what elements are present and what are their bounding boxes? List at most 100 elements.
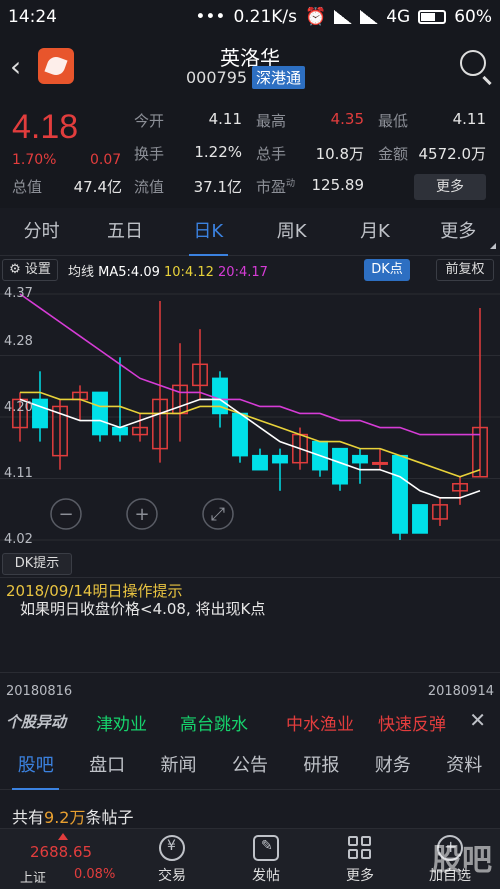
hk-connect-badge[interactable]: 深港通 xyxy=(252,66,306,89)
tab-more[interactable]: 更多 xyxy=(417,210,500,255)
ma10-line xyxy=(20,391,481,478)
stock-name: 英洛华 xyxy=(220,46,280,70)
edit-icon: ✎ xyxy=(253,835,279,861)
signal-icon xyxy=(334,10,353,24)
value-volume: 10.8万 xyxy=(315,145,364,163)
tab-finance[interactable]: 财务 xyxy=(357,742,428,789)
more-quote-button[interactable]: 更多 xyxy=(414,174,486,200)
nav-trade-label: 交易 xyxy=(158,868,186,884)
divider xyxy=(0,577,500,578)
tab-weekly-k[interactable]: 周K xyxy=(250,210,333,255)
y-label-2: 4.28 xyxy=(4,334,33,349)
dk-hint-button[interactable]: DK提示 xyxy=(2,553,72,575)
nav-post-label: 发帖 xyxy=(252,868,280,884)
network-speed: 0.21K/s xyxy=(233,7,298,27)
post-count-prefix: 共有 xyxy=(12,808,45,827)
candle-body xyxy=(412,504,428,534)
index-name: 上证 xyxy=(20,871,47,886)
expand-icon-glyph: ⤢ xyxy=(211,504,226,525)
candle-body xyxy=(252,454,268,471)
mover-item[interactable]: 中水渔业 xyxy=(286,710,354,735)
dk-tip-body: 如果明日收盘价格<4.08, 将出现K点 xyxy=(20,600,266,618)
ma10-legend: 10:4.12 xyxy=(164,265,214,280)
value-turnover: 1.22% xyxy=(194,143,242,161)
label-volume: 总手 xyxy=(256,145,287,163)
change-value: 0.07 xyxy=(90,152,122,168)
tab-research[interactable]: 研报 xyxy=(286,742,357,789)
index-up-arrow-icon xyxy=(58,833,68,840)
index-percent: 0.08% xyxy=(74,867,116,882)
candle-body xyxy=(112,426,128,436)
signal-icon-2 xyxy=(360,10,379,24)
pe-dynamic-sup: 动 xyxy=(286,179,296,189)
close-icon[interactable]: ✕ xyxy=(469,708,486,732)
ma5-legend: MA5:4.09 xyxy=(98,265,160,280)
quote-panel: 4.18 1.70% 0.07 今开 4.11 最高 4.35 最低 4.11 … xyxy=(0,100,500,208)
tab-monthly-k[interactable]: 月K xyxy=(333,210,416,255)
index-value[interactable]: 2688.65 xyxy=(30,843,92,861)
nav-trade[interactable]: ¥ 交易 xyxy=(142,835,202,885)
ma-label: 均线 xyxy=(68,265,95,280)
tab-guba[interactable]: 股吧 xyxy=(0,742,71,790)
battery-icon xyxy=(418,10,447,24)
stock-code: 000795 xyxy=(186,68,248,87)
ma20-line xyxy=(19,293,480,436)
candle-body xyxy=(332,447,348,485)
label-turnover: 换手 xyxy=(134,145,165,163)
tab-profile[interactable]: 资料 xyxy=(429,742,500,789)
stock-header: ‹ 英洛华 000795 深港通 xyxy=(0,36,500,100)
more-dots-icon: ••• xyxy=(195,7,226,27)
corner-triangle-icon xyxy=(489,243,496,249)
label-open: 今开 xyxy=(134,112,165,130)
value-low: 4.11 xyxy=(452,110,486,128)
mover-item[interactable]: 快速反弹 xyxy=(378,710,446,735)
tab-intraday[interactable]: 分时 xyxy=(0,210,83,255)
ma5-line xyxy=(19,398,481,499)
chart-settings-button[interactable]: ⚙ 设置 xyxy=(2,259,58,281)
search-icon[interactable] xyxy=(460,50,486,76)
period-tabs: 分时 五日 日K 周K 月K 更多 xyxy=(0,210,500,256)
value-amount: 4572.0万 xyxy=(418,145,487,163)
chart-start-date: 20180816 xyxy=(6,684,73,699)
network-type: 4G xyxy=(386,7,411,27)
value-pe: 125.89 xyxy=(311,176,365,194)
status-bar: 14:24 ••• 0.21K/s ⏰ 4G 60% xyxy=(0,0,500,36)
post-count: 共有9.2万条帖子 xyxy=(12,804,133,828)
candle-body xyxy=(92,391,108,436)
alarm-icon: ⏰ xyxy=(305,7,327,27)
info-tabs: 股吧 盘口 新闻 公告 研报 财务 资料 xyxy=(0,742,500,790)
y-label-5: 4.02 xyxy=(4,532,33,547)
candle-body xyxy=(372,461,388,465)
mover-item[interactable]: 高台跳水 xyxy=(180,710,248,735)
label-float-cap: 流值 xyxy=(134,178,165,196)
status-time: 14:24 xyxy=(8,7,57,27)
candle-body xyxy=(272,454,288,464)
y-label-3: 4.20 xyxy=(4,400,33,415)
zoom-out-icon-glyph: − xyxy=(58,504,73,525)
current-price: 4.18 xyxy=(12,108,79,146)
mover-item[interactable]: 津劝业 xyxy=(96,710,147,735)
nav-more[interactable]: 更多 xyxy=(330,835,390,885)
grid-icon xyxy=(347,835,373,861)
tab-more-label: 更多 xyxy=(440,221,477,242)
ma-legend: 均线 MA5:4.09 10:4.12 20:4.17 xyxy=(68,261,268,280)
dk-point-button[interactable]: DK点 xyxy=(364,259,410,281)
value-float-cap: 37.1亿 xyxy=(193,178,242,196)
stock-movers-bar[interactable]: 个股异动 津劝业 高台跳水 中水渔业 快速反弹 ✕ xyxy=(0,702,500,740)
chart-settings-label: 设置 xyxy=(24,262,51,277)
price-adjust-button[interactable]: 前复权 xyxy=(436,259,494,281)
y-label-1: 4.37 xyxy=(4,286,33,301)
divider xyxy=(0,672,500,673)
value-market-cap: 47.4亿 xyxy=(73,178,122,196)
candlestick-chart[interactable]: − + ⤢ 4.37 4.28 4.20 4.11 4.02 xyxy=(0,282,500,552)
tab-daily-k[interactable]: 日K xyxy=(167,210,250,256)
nav-post[interactable]: ✎ 发帖 xyxy=(236,835,296,885)
label-amount: 金额 xyxy=(378,145,409,163)
candle-body xyxy=(392,454,408,534)
tab-pankou[interactable]: 盘口 xyxy=(71,742,142,789)
post-count-suffix: 条帖子 xyxy=(85,808,134,827)
value-high: 4.35 xyxy=(330,110,364,128)
tab-news[interactable]: 新闻 xyxy=(143,742,214,789)
tab-five-day[interactable]: 五日 xyxy=(83,210,166,255)
tab-announcements[interactable]: 公告 xyxy=(214,742,285,789)
